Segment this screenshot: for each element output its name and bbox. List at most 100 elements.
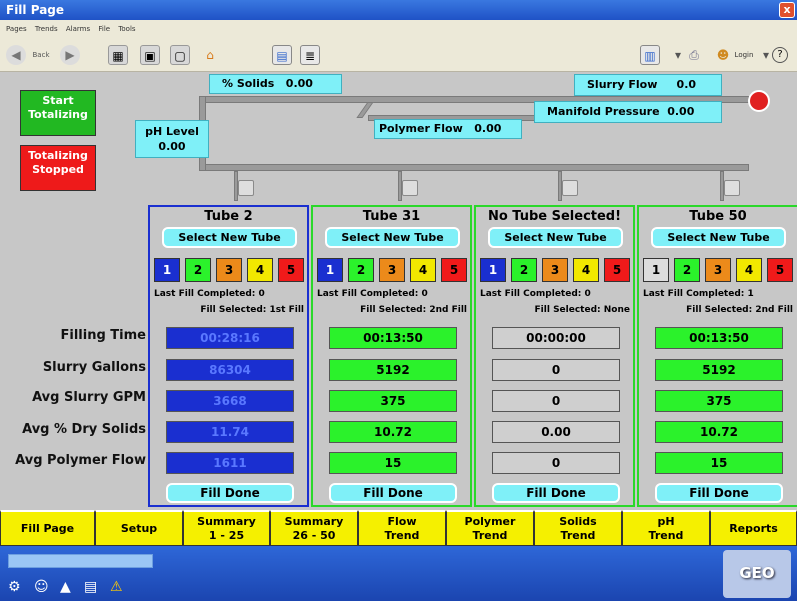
totalizing-status-button[interactable]: Totalizing Stopped	[20, 145, 96, 191]
nav-line1: Solids	[559, 515, 597, 528]
select-new-tube-button[interactable]: Select New Tube	[651, 227, 786, 248]
nav-line1: Reports	[729, 522, 778, 535]
value-field: 00:00:00	[492, 327, 620, 349]
fill-selected: Fill Selected: 2nd Fill	[686, 305, 793, 315]
value-field: 00:13:50	[655, 327, 783, 349]
nav-line2: Trend	[384, 529, 420, 542]
start-totalizing-button[interactable]: Start Totalizing	[20, 90, 96, 136]
home-icon[interactable]: ⌂	[200, 45, 220, 65]
settings-icon[interactable]: ⚙	[8, 579, 21, 595]
value-field: 5192	[329, 359, 457, 381]
valve-icon[interactable]	[724, 180, 740, 196]
fill-number-button[interactable]: 2	[348, 258, 374, 282]
back-label[interactable]: Back	[28, 45, 54, 65]
clipboard-icon[interactable]: ▤	[84, 579, 97, 595]
value-field: 0	[492, 390, 620, 412]
display-icon[interactable]: ▥	[640, 45, 660, 65]
fill-number-button[interactable]: 5	[604, 258, 630, 282]
fill-number-button[interactable]: 3	[379, 258, 405, 282]
fill-number-button[interactable]: 1	[643, 258, 669, 282]
fill-number-button[interactable]: 1	[154, 258, 180, 282]
login-label[interactable]: Login	[734, 45, 754, 65]
fill-number-button[interactable]: 5	[278, 258, 304, 282]
value-field: 5192	[655, 359, 783, 381]
restore-icon[interactable]: ▢	[170, 45, 190, 65]
page-icon[interactable]: ▦	[108, 45, 128, 65]
nav-flow-trend-button[interactable]: Flow Trend	[358, 510, 446, 546]
row-label-filling-time: Filling Time	[60, 328, 146, 343]
valve-icon[interactable]	[562, 180, 578, 196]
tube-panel: No Tube Selected! Select New Tube 1 2 3 4 5 Las…	[474, 205, 635, 507]
close-button[interactable]: x	[779, 2, 795, 18]
nav-solids-trend-button[interactable]: Solids Trend	[534, 510, 622, 546]
menu-trends[interactable]: Trends	[35, 25, 58, 33]
fill-selector: 12345	[317, 258, 469, 282]
forward-icon[interactable]: ▶	[60, 45, 80, 65]
fill-selected: Fill Selected: 1st Fill	[200, 305, 304, 315]
fill-number-button[interactable]: 2	[511, 258, 537, 282]
fill-done-button[interactable]: Fill Done	[329, 483, 457, 503]
select-new-tube-button[interactable]: Select New Tube	[488, 227, 623, 248]
last-fill-completed: Last Fill Completed: 0	[480, 289, 591, 299]
fill-done-button[interactable]: Fill Done	[166, 483, 294, 503]
last-fill-completed: Last Fill Completed: 0	[154, 289, 265, 299]
window-title: Fill Page	[6, 3, 65, 17]
ph-level-label: pH Level	[145, 125, 199, 138]
fill-number-button[interactable]: 3	[216, 258, 242, 282]
fill-done-button[interactable]: Fill Done	[492, 483, 620, 503]
menu-file[interactable]: File	[98, 25, 110, 33]
value-field: 86304	[166, 359, 294, 381]
valve-icon[interactable]	[238, 180, 254, 196]
fill-number-button[interactable]: 3	[705, 258, 731, 282]
select-new-tube-button[interactable]: Select New Tube	[162, 227, 297, 248]
nav-ph-trend-button[interactable]: pH Trend	[622, 510, 710, 546]
menu-tools[interactable]: Tools	[118, 25, 135, 33]
back-icon[interactable]: ◀	[6, 45, 26, 65]
warning-icon[interactable]: ⚠	[110, 579, 123, 595]
screen-icon[interactable]: ▤	[272, 45, 292, 65]
fill-number-button[interactable]: 4	[573, 258, 599, 282]
select-new-tube-button[interactable]: Select New Tube	[325, 227, 460, 248]
nav-summary-26-50-button[interactable]: Summary 26 - 50	[270, 510, 358, 546]
fill-done-button[interactable]: Fill Done	[655, 483, 783, 503]
fill-number-button[interactable]: 3	[542, 258, 568, 282]
nav-setup-button[interactable]: Setup	[95, 510, 183, 546]
bottom-manifold-pipe	[199, 164, 749, 171]
document-icon[interactable]: ≣	[300, 45, 320, 65]
value-field: 10.72	[329, 421, 457, 443]
menu-pages[interactable]: Pages	[6, 25, 27, 33]
window-icon[interactable]: ▣	[140, 45, 160, 65]
status-field	[8, 554, 153, 568]
help-icon[interactable]: ?	[772, 47, 788, 63]
fill-number-button[interactable]: 5	[767, 258, 793, 282]
fill-selector: 12345	[480, 258, 632, 282]
row-label-avg-slurry-gpm: Avg Slurry GPM	[32, 390, 146, 405]
menu-alarms[interactable]: Alarms	[66, 25, 90, 33]
fill-number-button[interactable]: 2	[674, 258, 700, 282]
tube-panel: Tube 2 Select New Tube 1 2 3 4 5 Last Fill Comp…	[148, 205, 309, 507]
solids-value: 0.00	[285, 77, 313, 90]
fill-number-button[interactable]: 1	[317, 258, 343, 282]
alarm-summary-icon[interactable]: ▲	[60, 579, 71, 595]
fill-number-button[interactable]: 1	[480, 258, 506, 282]
slurry-flow-readout: Slurry Flow 0.0	[574, 74, 722, 96]
fill-number-button[interactable]: 5	[441, 258, 467, 282]
pump-alarm-icon[interactable]	[748, 90, 770, 112]
nav-reports-button[interactable]: Reports	[710, 510, 797, 546]
nav-polymer-trend-button[interactable]: Polymer Trend	[446, 510, 534, 546]
fill-number-button[interactable]: 4	[410, 258, 436, 282]
nav-fill-page-button[interactable]: Fill Page	[0, 510, 95, 546]
main-panel: % Solids 0.00 Slurry Flow 0.0 Manifold P…	[0, 72, 797, 510]
fill-number-button[interactable]: 4	[736, 258, 762, 282]
fill-number-button[interactable]: 4	[247, 258, 273, 282]
fill-number-button[interactable]: 2	[185, 258, 211, 282]
value-field: 0	[492, 359, 620, 381]
nav-summary-1-25-button[interactable]: Summary 1 - 25	[183, 510, 270, 546]
valve-icon[interactable]	[402, 180, 418, 196]
print-icon[interactable]: ⎙	[684, 45, 704, 65]
users-icon[interactable]: ☻	[712, 45, 734, 65]
solids-label: % Solids	[222, 77, 275, 90]
user-icon[interactable]: ☺	[34, 579, 49, 595]
row-label-slurry-gallons: Slurry Gallons	[42, 360, 146, 375]
menu-bar: Pages Trends Alarms File Tools	[0, 20, 797, 38]
